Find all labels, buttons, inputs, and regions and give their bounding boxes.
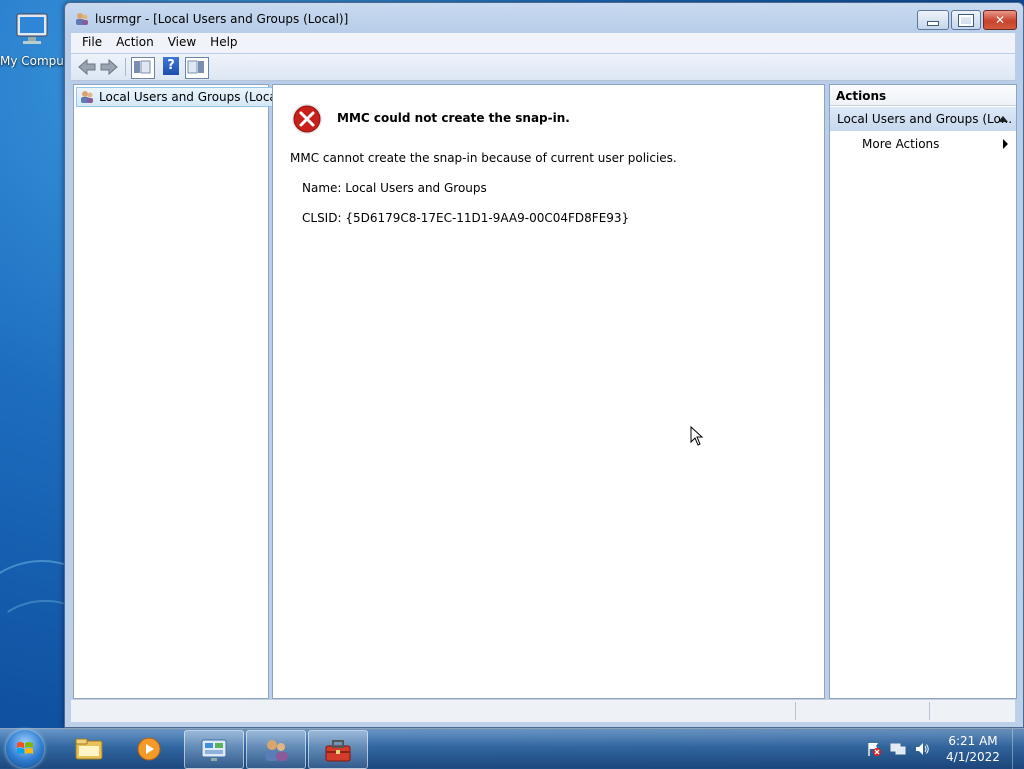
error-clsid: CLSID: {5D6179C8-17EC-11D1-9AA9-00C04FD8… (302, 211, 630, 225)
mmc-window: lusrmgr - [Local Users and Groups (Local… (64, 2, 1024, 728)
users-group-icon (81, 91, 93, 103)
show-hide-action-pane-icon[interactable] (185, 57, 209, 79)
toolbar: ? (71, 54, 1015, 81)
clock-date: 4/1/2022 (946, 750, 1000, 764)
desktop-icon-label: My Comput (0, 54, 66, 68)
taskbar-local-users[interactable] (246, 730, 306, 769)
toolbox-icon (325, 740, 351, 762)
status-separator (929, 702, 930, 720)
taskbar: 6:21 AM 4/1/2022 (0, 728, 1024, 769)
error-snapin-name: Name: Local Users and Groups (302, 181, 487, 195)
restore-button[interactable] (951, 10, 981, 30)
help-icon[interactable]: ? (163, 57, 179, 75)
actions-section-label: Local Users and Groups (Lo... (837, 112, 1013, 126)
collapse-chevron-icon[interactable] (998, 116, 1008, 122)
toolbar-separator (125, 58, 126, 76)
actions-section-header[interactable]: Local Users and Groups (Lo... (830, 107, 1016, 131)
menu-action[interactable]: Action (109, 33, 161, 49)
restore-icon (952, 11, 980, 29)
window-title: lusrmgr - [Local Users and Groups (Local… (95, 12, 349, 26)
tree-item-local-users-and-groups[interactable]: Local Users and Groups (Local) (76, 87, 289, 107)
users-group-icon (76, 13, 88, 25)
minimize-icon (918, 11, 948, 29)
status-separator (795, 702, 796, 720)
menu-bar: File Action View Help (71, 33, 1015, 53)
actions-header: Actions (830, 85, 1016, 106)
users-icon (265, 740, 288, 761)
notification-area (864, 739, 934, 759)
close-button[interactable]: ✕ (983, 10, 1017, 30)
mouse-cursor-icon (690, 426, 704, 446)
menu-help[interactable]: Help (203, 33, 244, 49)
taskbar-media-player[interactable] (120, 730, 178, 767)
minimize-button[interactable] (917, 10, 949, 30)
show-hide-console-tree-icon[interactable] (131, 57, 155, 79)
forward-arrow-icon[interactable] (99, 57, 119, 77)
close-icon: ✕ (994, 13, 1006, 27)
clock-time: 6:21 AM (948, 734, 998, 748)
windows-logo-icon (17, 742, 33, 754)
tree-item-label: Local Users and Groups (Local) (99, 90, 285, 104)
back-arrow-icon[interactable] (77, 57, 97, 77)
actions-pane: Actions Local Users and Groups (Lo... Mo… (829, 84, 1017, 699)
title-bar[interactable]: lusrmgr - [Local Users and Groups (Local… (65, 3, 1023, 33)
action-center-flag-icon[interactable] (866, 741, 882, 757)
taskbar-toolbox[interactable] (308, 730, 368, 769)
menu-file[interactable]: File (75, 33, 109, 49)
error-icon (292, 104, 322, 134)
taskbar-explorer[interactable] (60, 730, 118, 767)
desktop-icon-my-computer[interactable]: My Comput (0, 8, 66, 78)
console-tree-pane: Local Users and Groups (Local) (73, 84, 289, 699)
taskbar-control-panel[interactable] (184, 730, 244, 769)
clock[interactable]: 6:21 AM 4/1/2022 (940, 733, 1006, 765)
media-player-icon (137, 737, 161, 761)
error-title: MMC could not create the snap-in. (337, 111, 570, 125)
start-button[interactable] (6, 730, 44, 768)
more-actions-item[interactable]: More Actions (862, 137, 939, 151)
show-desktop-button[interactable] (1012, 729, 1024, 769)
result-pane: MMC could not create the snap-in. MMC ca… (272, 84, 825, 699)
menu-view[interactable]: View (161, 33, 203, 49)
explorer-icon (75, 738, 103, 760)
submenu-arrow-icon (1003, 139, 1008, 149)
error-message: MMC cannot create the snap-in because of… (290, 151, 677, 165)
network-icon[interactable] (890, 741, 906, 757)
computer-icon (13, 10, 53, 50)
status-bar (71, 699, 1015, 722)
control-panel-icon (201, 739, 227, 761)
volume-icon[interactable] (914, 741, 930, 757)
